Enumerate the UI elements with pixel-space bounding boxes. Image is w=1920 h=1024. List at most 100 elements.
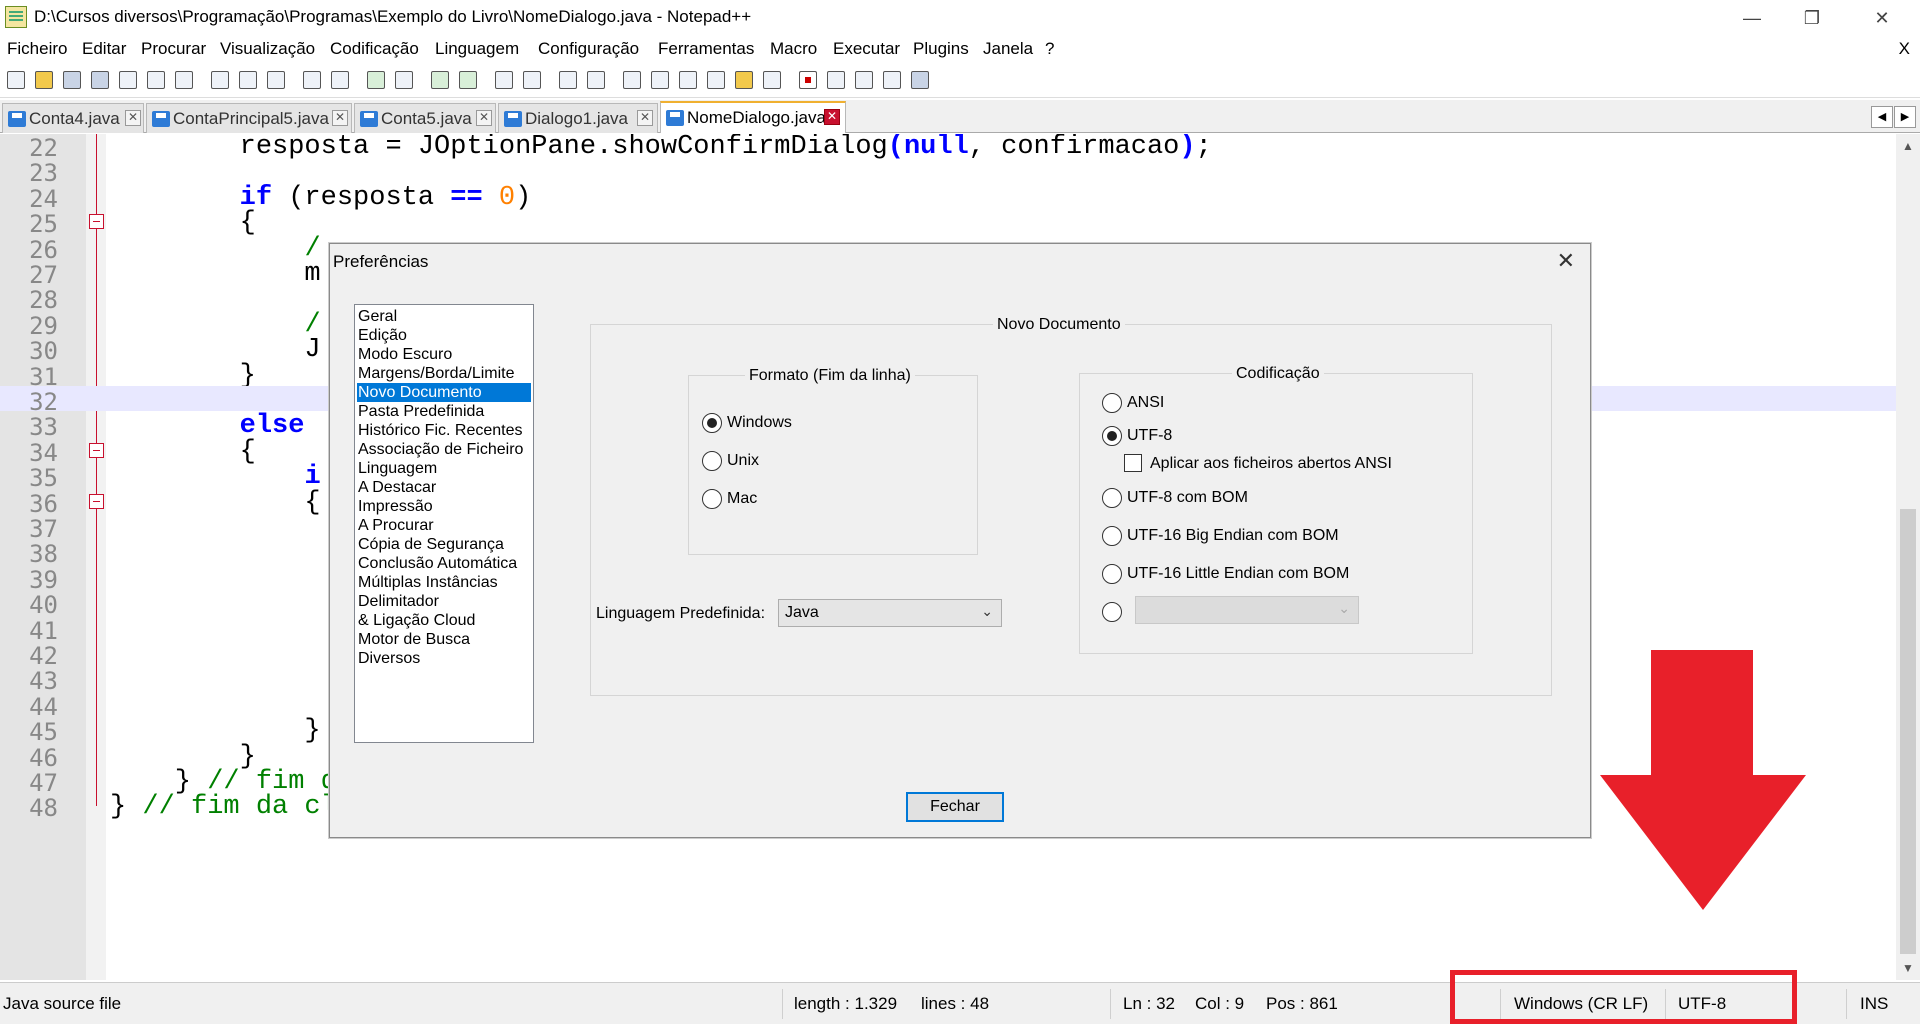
category-item[interactable]: A Procurar xyxy=(357,516,531,535)
menu-janela[interactable]: Janela xyxy=(983,39,1033,59)
tab-close-icon[interactable]: ✕ xyxy=(637,110,653,126)
fold-toggle-icon[interactable] xyxy=(89,214,104,230)
run-macro-multiple-icon[interactable] xyxy=(880,68,904,92)
menu-visualizacao[interactable]: Visualização xyxy=(220,39,315,59)
replace-icon[interactable] xyxy=(392,68,416,92)
menu-editar[interactable]: Editar xyxy=(82,39,126,59)
code-line[interactable]: 25 { xyxy=(0,208,1896,238)
tab-close-icon[interactable]: ✕ xyxy=(332,110,348,126)
close-all-icon[interactable] xyxy=(144,68,168,92)
fold-toggle-icon[interactable] xyxy=(89,493,104,509)
cut-icon[interactable] xyxy=(208,68,232,92)
default-language-select[interactable]: Java ⌄ xyxy=(778,599,1002,627)
vertical-scrollbar[interactable]: ▲ ▼ xyxy=(1896,134,1920,980)
print-icon[interactable] xyxy=(172,68,196,92)
undo-icon[interactable] xyxy=(300,68,324,92)
radio-utf16-be[interactable] xyxy=(1102,526,1122,546)
category-item[interactable]: Motor de Busca xyxy=(357,630,531,649)
category-item[interactable]: Linguagem xyxy=(357,459,531,478)
tab-scroll-right-icon[interactable]: ▶ xyxy=(1894,106,1916,128)
radio-ansi[interactable] xyxy=(1102,393,1122,413)
category-item[interactable]: Edição xyxy=(357,326,531,345)
radio-utf8-bom[interactable] xyxy=(1102,488,1122,508)
category-item[interactable]: Histórico Fic. Recentes xyxy=(357,421,531,440)
restore-button[interactable]: ❐ xyxy=(1782,0,1842,36)
tab-dialogo1[interactable]: Dialogo1.java ✕ xyxy=(498,103,658,133)
open-file-icon[interactable] xyxy=(32,68,56,92)
category-item[interactable]: Modo Escuro xyxy=(357,345,531,364)
find-icon[interactable] xyxy=(364,68,388,92)
apply-ansi-checkbox[interactable] xyxy=(1124,454,1142,472)
menu-ficheiro[interactable]: Ficheiro xyxy=(7,39,67,59)
radio-unix[interactable] xyxy=(702,451,722,471)
minimize-button[interactable]: — xyxy=(1722,0,1782,36)
tab-close-icon[interactable]: ✕ xyxy=(824,109,840,125)
show-all-chars-icon[interactable] xyxy=(584,68,608,92)
category-list[interactable]: Geral Edição Modo Escuro Margens/Borda/Limi… xyxy=(354,304,534,743)
radio-utf8[interactable] xyxy=(1102,426,1122,446)
save-all-icon[interactable] xyxy=(88,68,112,92)
stop-macro-icon[interactable] xyxy=(824,68,848,92)
zoom-in-icon[interactable] xyxy=(428,68,452,92)
tab-contaprincipal5[interactable]: ContaPrincipal5.java ✕ xyxy=(146,103,352,133)
menu-codificacao[interactable]: Codificação xyxy=(330,39,419,59)
menu-ferramentas[interactable]: Ferramentas xyxy=(658,39,754,59)
close-dialog-button[interactable]: Fechar xyxy=(906,792,1004,822)
category-item[interactable]: Associação de Ficheiro xyxy=(357,440,531,459)
category-item[interactable]: Impressão xyxy=(357,497,531,516)
menu-help[interactable]: ? xyxy=(1045,39,1054,59)
radio-utf16-le[interactable] xyxy=(1102,564,1122,584)
category-item[interactable]: A Destacar xyxy=(357,478,531,497)
indent-guide-icon[interactable] xyxy=(620,68,644,92)
copy-icon[interactable] xyxy=(236,68,260,92)
menu-configuracao[interactable]: Configuração xyxy=(538,39,639,59)
dialog-close-icon[interactable]: ✕ xyxy=(1557,248,1575,274)
function-list-icon[interactable] xyxy=(704,68,728,92)
window-close-button[interactable]: ✕ xyxy=(1852,0,1912,36)
close-icon[interactable] xyxy=(116,68,140,92)
radio-other-encoding[interactable] xyxy=(1102,602,1122,622)
fold-toggle-icon[interactable] xyxy=(89,442,104,458)
save-macro-icon[interactable] xyxy=(908,68,932,92)
sync-v-icon[interactable] xyxy=(492,68,516,92)
play-macro-icon[interactable] xyxy=(852,68,876,92)
menu-procurar[interactable]: Procurar xyxy=(141,39,206,59)
paste-icon[interactable] xyxy=(264,68,288,92)
menu-linguagem[interactable]: Linguagem xyxy=(435,39,519,59)
lang-icon[interactable] xyxy=(648,68,672,92)
scroll-down-icon[interactable]: ▼ xyxy=(1896,956,1920,980)
code-line[interactable]: 22 resposta = JOptionPane.showConfirmDia… xyxy=(0,134,1896,162)
tab-conta5[interactable]: Conta5.java ✕ xyxy=(354,103,496,133)
tab-close-icon[interactable]: ✕ xyxy=(125,110,141,126)
zoom-out-icon[interactable] xyxy=(456,68,480,92)
code-line[interactable]: 23 xyxy=(0,157,1896,187)
redo-icon[interactable] xyxy=(328,68,352,92)
category-item[interactable]: & Ligação Cloud xyxy=(357,611,531,630)
new-file-icon[interactable] xyxy=(4,68,28,92)
category-item[interactable]: Diversos xyxy=(357,649,531,668)
category-item[interactable]: Pasta Predefinida xyxy=(357,402,531,421)
category-item[interactable]: Margens/Borda/Limite xyxy=(357,364,531,383)
scroll-up-icon[interactable]: ▲ xyxy=(1896,134,1920,158)
save-icon[interactable] xyxy=(60,68,84,92)
tab-scroll-left-icon[interactable]: ◀ xyxy=(1871,106,1893,128)
menu-close-document[interactable]: X xyxy=(1899,39,1910,59)
category-item[interactable]: Novo Documento xyxy=(357,383,531,402)
tab-close-icon[interactable]: ✕ xyxy=(476,110,492,126)
radio-windows[interactable] xyxy=(702,413,722,433)
radio-mac[interactable] xyxy=(702,489,722,509)
tab-conta4[interactable]: Conta4.java ✕ xyxy=(2,103,144,133)
folder-workspace-icon[interactable] xyxy=(732,68,756,92)
menu-macro[interactable]: Macro xyxy=(770,39,817,59)
sync-h-icon[interactable] xyxy=(520,68,544,92)
doc-map-icon[interactable] xyxy=(676,68,700,92)
word-wrap-icon[interactable] xyxy=(556,68,580,92)
category-item[interactable]: Cópia de Segurança xyxy=(357,535,531,554)
category-item[interactable]: Geral xyxy=(357,307,531,326)
menu-executar[interactable]: Executar xyxy=(833,39,900,59)
monitor-icon[interactable] xyxy=(760,68,784,92)
record-macro-icon[interactable] xyxy=(796,68,820,92)
menu-plugins[interactable]: Plugins xyxy=(913,39,969,59)
tab-nomedialogo[interactable]: NomeDialogo.java ✕ xyxy=(660,101,846,133)
code-line[interactable]: 24 if (resposta == 0) xyxy=(0,183,1896,213)
